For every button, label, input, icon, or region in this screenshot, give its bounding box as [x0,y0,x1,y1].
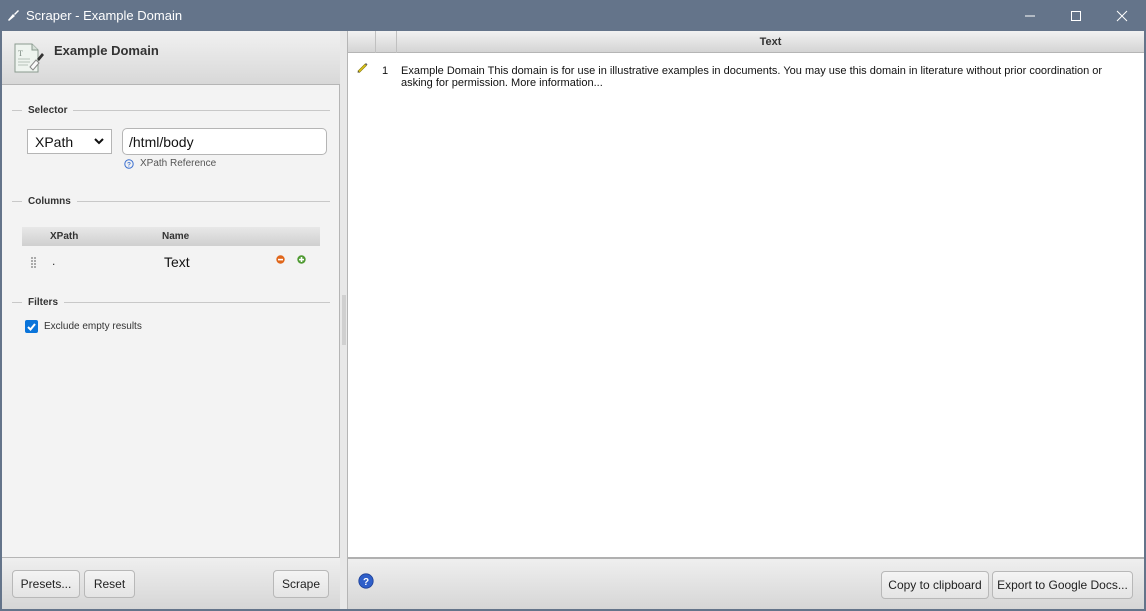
panel-header: T Example Domain [2,31,340,85]
svg-text:T: T [18,49,23,58]
maximize-button[interactable] [1053,0,1099,31]
scraper-brush-icon [8,10,19,21]
svg-text:?: ? [127,161,131,168]
row-index: 1 [382,65,389,77]
xpath-reference-link[interactable]: ? XPath Reference [124,158,216,169]
selector-section-label: Selector [12,105,330,116]
edit-column-header [348,31,376,53]
columns-table-header: XPath Name [22,227,320,246]
selector-type-value: XPath [35,133,74,150]
column-header-xpath: XPath [50,231,79,242]
title-bar: Scraper - Example Domain [0,0,1146,31]
remove-column-icon[interactable] [276,255,285,264]
filters-section-label: Filters [12,297,330,308]
columns-label: Columns [28,196,71,207]
selector-type-dropdown[interactable]: XPath [27,129,112,154]
selector-label: Selector [28,105,68,116]
export-google-docs-button[interactable]: Export to Google Docs... [992,571,1133,599]
columns-section-label: Columns [12,196,330,207]
presets-button[interactable]: Presets... [12,570,80,598]
column-header-name: Name [162,231,190,242]
window-title: Scraper - Example Domain [26,8,183,23]
close-icon [1116,10,1128,21]
exclude-empty-checkbox[interactable]: Exclude empty results [25,320,142,333]
close-button[interactable] [1099,0,1145,31]
minimize-button[interactable] [1007,0,1053,31]
results-panel: Text 1 Example Domain This domain is for… [348,31,1144,609]
xpath-reference-label: XPath Reference [140,158,217,169]
scrape-button[interactable]: Scrape [273,570,329,598]
text-column-header[interactable]: Text [397,31,1144,53]
drag-handle-icon[interactable] [31,257,37,268]
column-row: . Text [22,251,320,273]
column-name-value[interactable]: Text [164,254,190,270]
pencil-edit-icon[interactable] [356,61,368,73]
selector-input[interactable] [122,128,327,155]
help-circle-icon: ? [124,158,134,169]
index-column-header [376,31,397,53]
maximize-icon [1071,10,1081,21]
options-footer: Presets... Reset Scrape [2,557,340,609]
document-scraper-icon: T [14,43,44,73]
filters-label: Filters [28,297,59,308]
minimize-icon [1025,15,1035,16]
row-text-cell[interactable]: Example Domain This domain is for use in… [401,65,1121,89]
column-xpath-value[interactable]: . [52,254,55,268]
options-panel: T Example Domain Selector XPath ? XPath … [2,31,340,609]
results-footer: ? Copy to clipboard Export to Google Doc… [348,557,1144,609]
add-column-icon[interactable] [297,255,306,264]
panel-splitter[interactable] [340,31,348,609]
checkbox-checked-icon[interactable] [25,320,38,333]
page-heading: Example Domain [54,43,159,58]
reset-button[interactable]: Reset [84,570,135,598]
splitter-grip[interactable] [342,295,346,345]
svg-text:?: ? [363,577,369,588]
results-grid-header: Text [348,31,1144,53]
exclude-empty-label: Exclude empty results [44,321,142,332]
help-icon[interactable]: ? [358,573,374,589]
copy-to-clipboard-button[interactable]: Copy to clipboard [881,571,989,599]
chevron-down-icon [94,138,104,145]
